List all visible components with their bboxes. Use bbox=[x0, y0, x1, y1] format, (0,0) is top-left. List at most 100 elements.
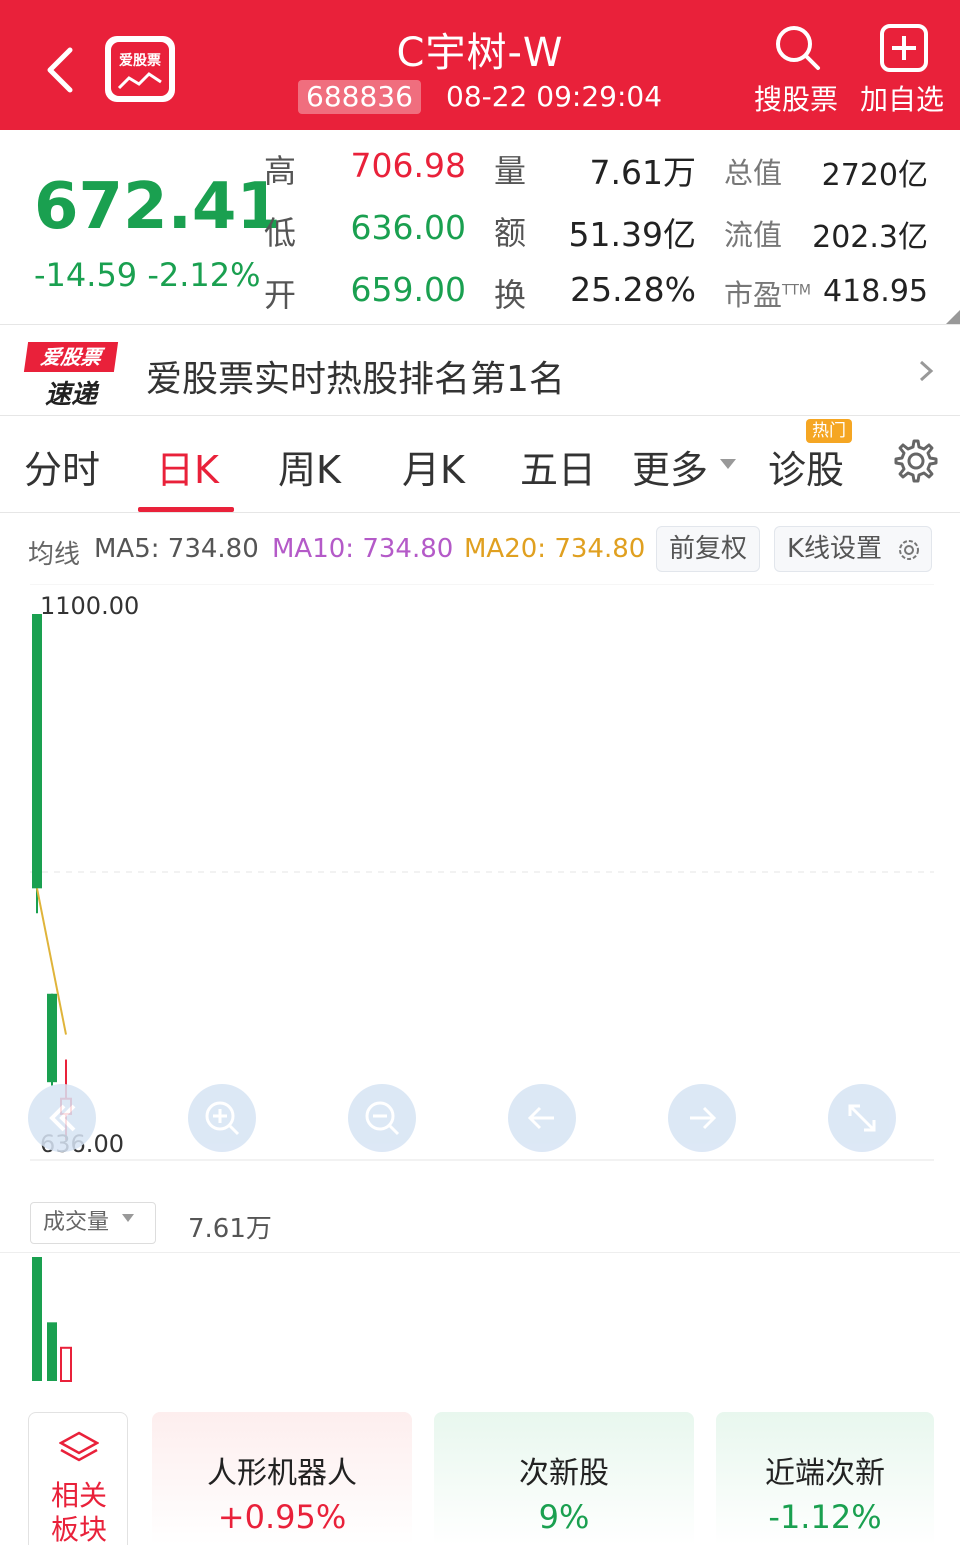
volume-bar bbox=[60, 1346, 72, 1382]
banner-logo-bottom: 速递 bbox=[44, 380, 97, 410]
low-value: 636.00 bbox=[350, 208, 466, 247]
related-sectors-label-2: 板块 bbox=[50, 1513, 107, 1545]
ma-label: 均线 bbox=[28, 540, 81, 570]
related-sectors-label-1: 相关 bbox=[50, 1479, 107, 1512]
hot-rank-banner[interactable]: 爱股票 速递 爱股票实时热股排名第1名 bbox=[0, 326, 960, 416]
quote-panel: 672.41 -14.59 -2.12% 高 706.98 低 636.00 开… bbox=[0, 130, 960, 325]
related-sectors-button[interactable]: 相关 板块 bbox=[28, 1412, 128, 1545]
pe-label-sup: TTM bbox=[782, 282, 811, 299]
low-label: 低 bbox=[264, 214, 297, 252]
y-axis-top-label: 1100.00 bbox=[40, 592, 140, 620]
tab-five-day[interactable]: 五日 bbox=[520, 439, 596, 494]
chart-tabs: 分时 日K 周K 月K 五日 更多 诊股 热门 bbox=[0, 417, 960, 513]
high-label: 高 bbox=[264, 152, 297, 190]
sector-card[interactable]: 近端次新 -1.12% bbox=[716, 1412, 934, 1545]
banner-text: 爱股票实时热股排名第1名 bbox=[146, 359, 565, 400]
back-arrow-icon[interactable] bbox=[40, 40, 80, 100]
tab-weekly-k[interactable]: 周K bbox=[278, 439, 341, 494]
gear-icon[interactable] bbox=[888, 435, 940, 487]
candle-body bbox=[32, 614, 42, 889]
pe-value: 418.95 bbox=[823, 274, 928, 309]
arrow-left-icon bbox=[527, 1106, 554, 1130]
float-cap-value: 202.3亿 bbox=[812, 220, 928, 255]
more-caret-icon bbox=[720, 459, 736, 469]
open-value: 659.00 bbox=[350, 270, 466, 309]
sector-name: 次新股 bbox=[519, 1456, 609, 1491]
tab-intraday[interactable]: 分时 bbox=[24, 439, 100, 494]
ma10-value: MA10: 734.80 bbox=[272, 534, 454, 564]
kline-settings-label: K线设置 bbox=[787, 534, 883, 564]
stock-title: C宇树-W bbox=[396, 30, 564, 76]
quote-datetime: 08-22 09:29:04 bbox=[446, 80, 663, 113]
settings-gear-icon bbox=[899, 540, 919, 560]
volume-bar bbox=[32, 1257, 42, 1381]
top-bar: 爱股票 C宇树-W 688836 08-22 09:29:04 搜股票 加自选 bbox=[0, 0, 960, 130]
market-cap-value: 2720亿 bbox=[821, 158, 928, 193]
volume-header: 成交量 7.61万 bbox=[0, 1196, 960, 1252]
scroll-left-button[interactable] bbox=[508, 1084, 576, 1152]
active-tab-indicator bbox=[138, 507, 234, 512]
sector-name: 近端次新 bbox=[765, 1456, 885, 1491]
add-watchlist-button[interactable]: 加自选 bbox=[860, 78, 944, 118]
pe-label: 市盈TTM bbox=[724, 272, 811, 314]
search-icon[interactable] bbox=[772, 22, 824, 74]
volume-label: 量 bbox=[494, 152, 527, 190]
price-change: -14.59 -2.12% bbox=[34, 256, 261, 294]
volume-chart bbox=[0, 1252, 960, 1382]
sector-name: 人形机器人 bbox=[207, 1456, 357, 1491]
adjust-button[interactable]: 前复权 bbox=[656, 526, 761, 572]
zoom-out-button[interactable] bbox=[348, 1084, 416, 1152]
zoom-in-button[interactable] bbox=[188, 1084, 256, 1152]
market-cap-label: 总值 bbox=[724, 156, 783, 190]
app-logo-text: 爱股票 bbox=[119, 53, 161, 69]
sector-change: -1.12% bbox=[768, 1498, 882, 1536]
double-chevron-left-icon bbox=[49, 1104, 76, 1132]
volume-indicator-value: 7.61万 bbox=[188, 1214, 272, 1244]
fullscreen-button[interactable] bbox=[828, 1084, 896, 1152]
sector-change: +0.95% bbox=[217, 1498, 347, 1536]
chevron-down-icon bbox=[122, 1214, 134, 1222]
moving-average-row: 均线 MA5: 734.80 MA10: 734.80 MA20: 734.80… bbox=[0, 514, 960, 584]
indicator-select[interactable]: 成交量 bbox=[30, 1202, 156, 1244]
pe-label-text: 市盈 bbox=[724, 278, 783, 312]
zoom-out-icon bbox=[365, 1101, 400, 1136]
zoom-in-icon bbox=[205, 1101, 240, 1136]
amount-value: 51.39亿 bbox=[568, 215, 696, 254]
amount-label: 额 bbox=[494, 214, 527, 252]
sector-card[interactable]: 次新股 9% bbox=[434, 1412, 694, 1545]
scroll-left-fast-button[interactable] bbox=[28, 1084, 96, 1152]
tab-monthly-k[interactable]: 月K bbox=[402, 439, 465, 494]
logo-trend-icon bbox=[117, 72, 162, 90]
expand-corner-icon[interactable] bbox=[946, 310, 960, 324]
ma5-value: MA5: 734.80 bbox=[94, 534, 259, 564]
arrow-right-icon bbox=[690, 1106, 717, 1130]
search-stock-button[interactable]: 搜股票 bbox=[754, 78, 838, 118]
add-watchlist-icon[interactable] bbox=[878, 22, 930, 74]
current-price: 672.41 bbox=[34, 170, 281, 244]
tab-diagnose[interactable]: 诊股 bbox=[768, 439, 844, 494]
indicator-select-label: 成交量 bbox=[43, 1210, 110, 1235]
candle-body bbox=[47, 993, 57, 1083]
kline-chart[interactable]: 1100.00 636.00 bbox=[0, 583, 960, 1164]
chevron-right-icon bbox=[919, 360, 934, 382]
tab-more[interactable]: 更多 bbox=[632, 439, 708, 494]
kline-settings-button[interactable]: K线设置 bbox=[774, 526, 932, 572]
banner-logo-top: 爱股票 bbox=[23, 342, 119, 372]
scroll-right-button[interactable] bbox=[668, 1084, 736, 1152]
kline-svg bbox=[30, 583, 934, 1161]
sector-change: 9% bbox=[538, 1498, 590, 1536]
high-value: 706.98 bbox=[350, 146, 466, 185]
app-logo[interactable]: 爱股票 bbox=[105, 36, 175, 102]
expand-icon bbox=[848, 1104, 876, 1132]
turnover-label: 换 bbox=[494, 276, 527, 314]
layers-icon bbox=[59, 1431, 99, 1462]
sector-card[interactable]: 人形机器人 +0.95% bbox=[152, 1412, 412, 1545]
tab-daily-k[interactable]: 日K bbox=[156, 439, 219, 494]
volume-value: 7.61万 bbox=[589, 153, 696, 192]
volume-bar bbox=[47, 1322, 57, 1381]
turnover-value: 25.28% bbox=[570, 270, 696, 309]
related-sectors-label: 相关 板块 bbox=[29, 1479, 129, 1545]
ma20-value: MA20: 734.80 bbox=[464, 534, 646, 564]
volume-svg bbox=[32, 1257, 72, 1382]
float-cap-label: 流值 bbox=[724, 218, 783, 252]
